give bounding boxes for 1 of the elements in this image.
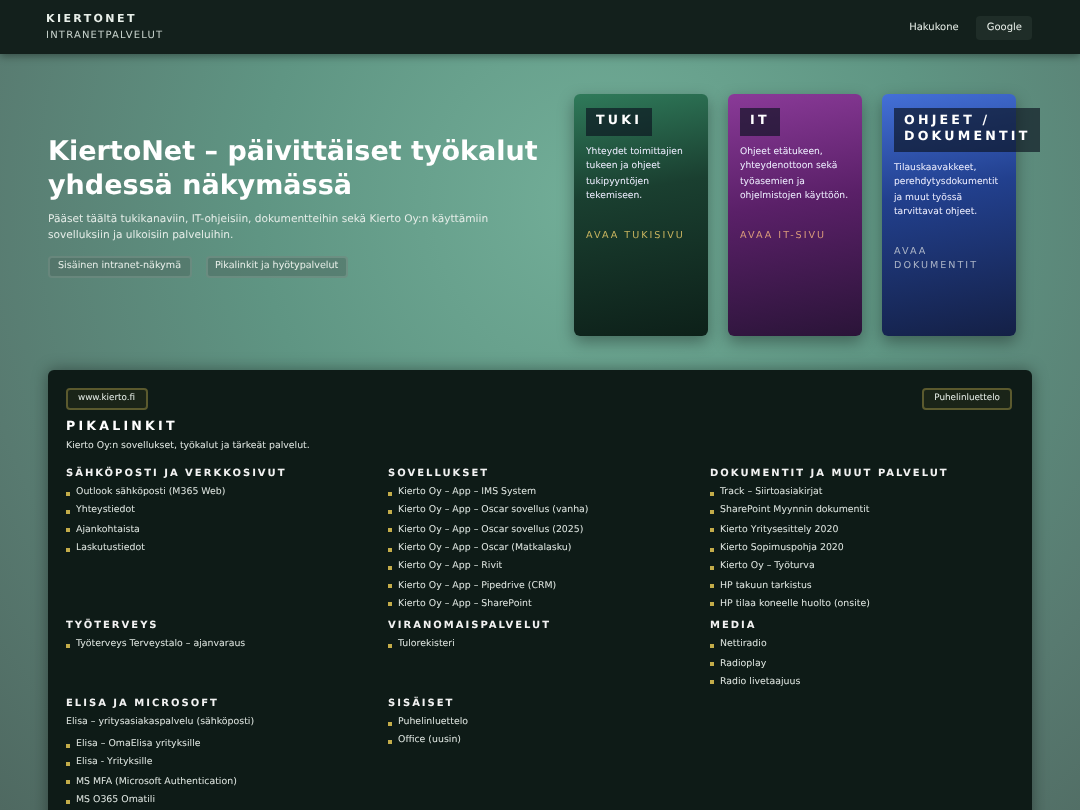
hero-title: KiertoNet – päivittäiset työkalut yhdessä näkymässä (48, 136, 540, 204)
